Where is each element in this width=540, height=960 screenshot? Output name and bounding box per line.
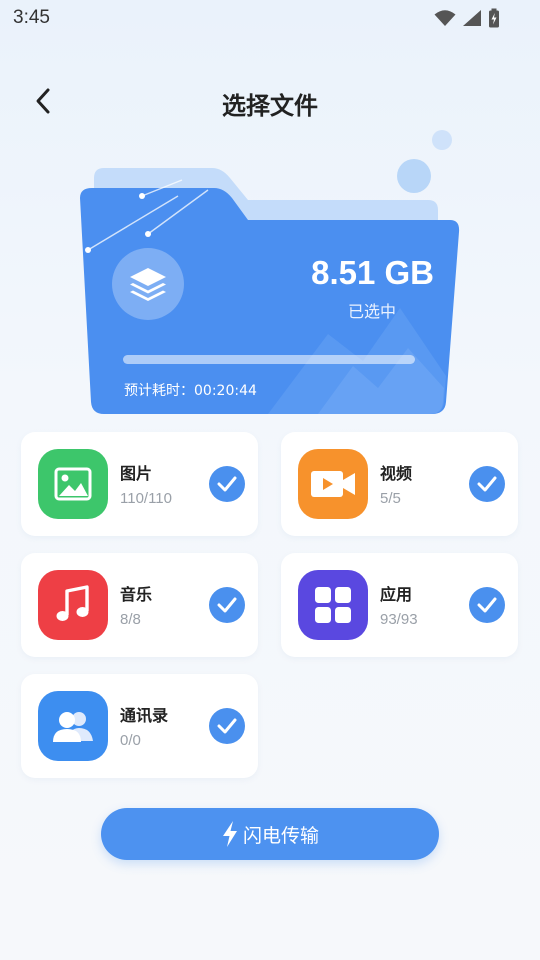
signal-icon [463,10,481,26]
music-icon [56,585,89,621]
category-card-apps[interactable]: 应用 93/93 [281,553,518,657]
category-name: 音乐 [120,585,153,604]
selected-size: 8.51 GB [311,254,434,291]
status-bar: 3:45 [0,0,540,36]
category-count: 5/5 [380,490,401,507]
check-icon [217,597,237,613]
category-icon-bg [38,691,108,761]
contacts-icon [53,712,93,742]
nav-bar: 选择文件 [0,78,540,126]
check-icon [217,718,237,734]
category-icon-bg [298,570,368,640]
category-card-images[interactable]: 图片 110/110 [21,432,258,536]
category-icon-bg [38,570,108,640]
eta-text: 预计耗时：00:20:44 [124,380,257,400]
folder-summary-card: 8.51 GB 已选中 预计耗时：00:20:44 [78,126,464,418]
category-checkbox[interactable] [209,708,245,744]
category-card-contacts[interactable]: 通讯录 0/0 [21,674,258,778]
selected-label: 已选中 [347,302,396,321]
check-icon [477,597,497,613]
battery-icon [489,8,499,28]
category-name: 应用 [380,585,413,604]
status-time: 3:45 [13,7,50,28]
layers-icon [112,248,184,320]
apps-icon [315,587,351,623]
category-name: 通讯录 [120,706,169,725]
category-checkbox[interactable] [209,466,245,502]
video-icon [311,471,355,497]
category-name: 视频 [380,464,413,483]
category-card-music[interactable]: 音乐 8/8 [21,553,258,657]
category-card-videos[interactable]: 视频 5/5 [281,432,518,536]
check-icon [477,476,497,492]
layers-glyph [130,268,166,301]
category-checkbox[interactable] [469,587,505,623]
transfer-progress-bar [123,355,415,364]
lightning-transfer-button[interactable]: 闪电传输 [101,808,439,860]
category-count: 8/8 [120,611,141,628]
page-title: 选择文件 [222,92,318,120]
eta-value: 00:20:44 [194,383,257,399]
lightning-icon [222,821,237,847]
image-icon [54,467,92,501]
check-icon [217,476,237,492]
category-icon-bg [298,449,368,519]
category-count: 0/0 [120,732,141,749]
category-checkbox[interactable] [209,587,245,623]
category-icon-bg [38,449,108,519]
wifi-icon [434,10,456,26]
category-name: 图片 [120,464,153,483]
category-count: 110/110 [120,490,172,507]
category-count: 93/93 [380,611,418,628]
transfer-label: 闪电传输 [242,824,319,847]
status-icons [434,8,500,28]
eta-label: 预计耗时： [124,383,194,399]
category-checkbox[interactable] [469,466,505,502]
